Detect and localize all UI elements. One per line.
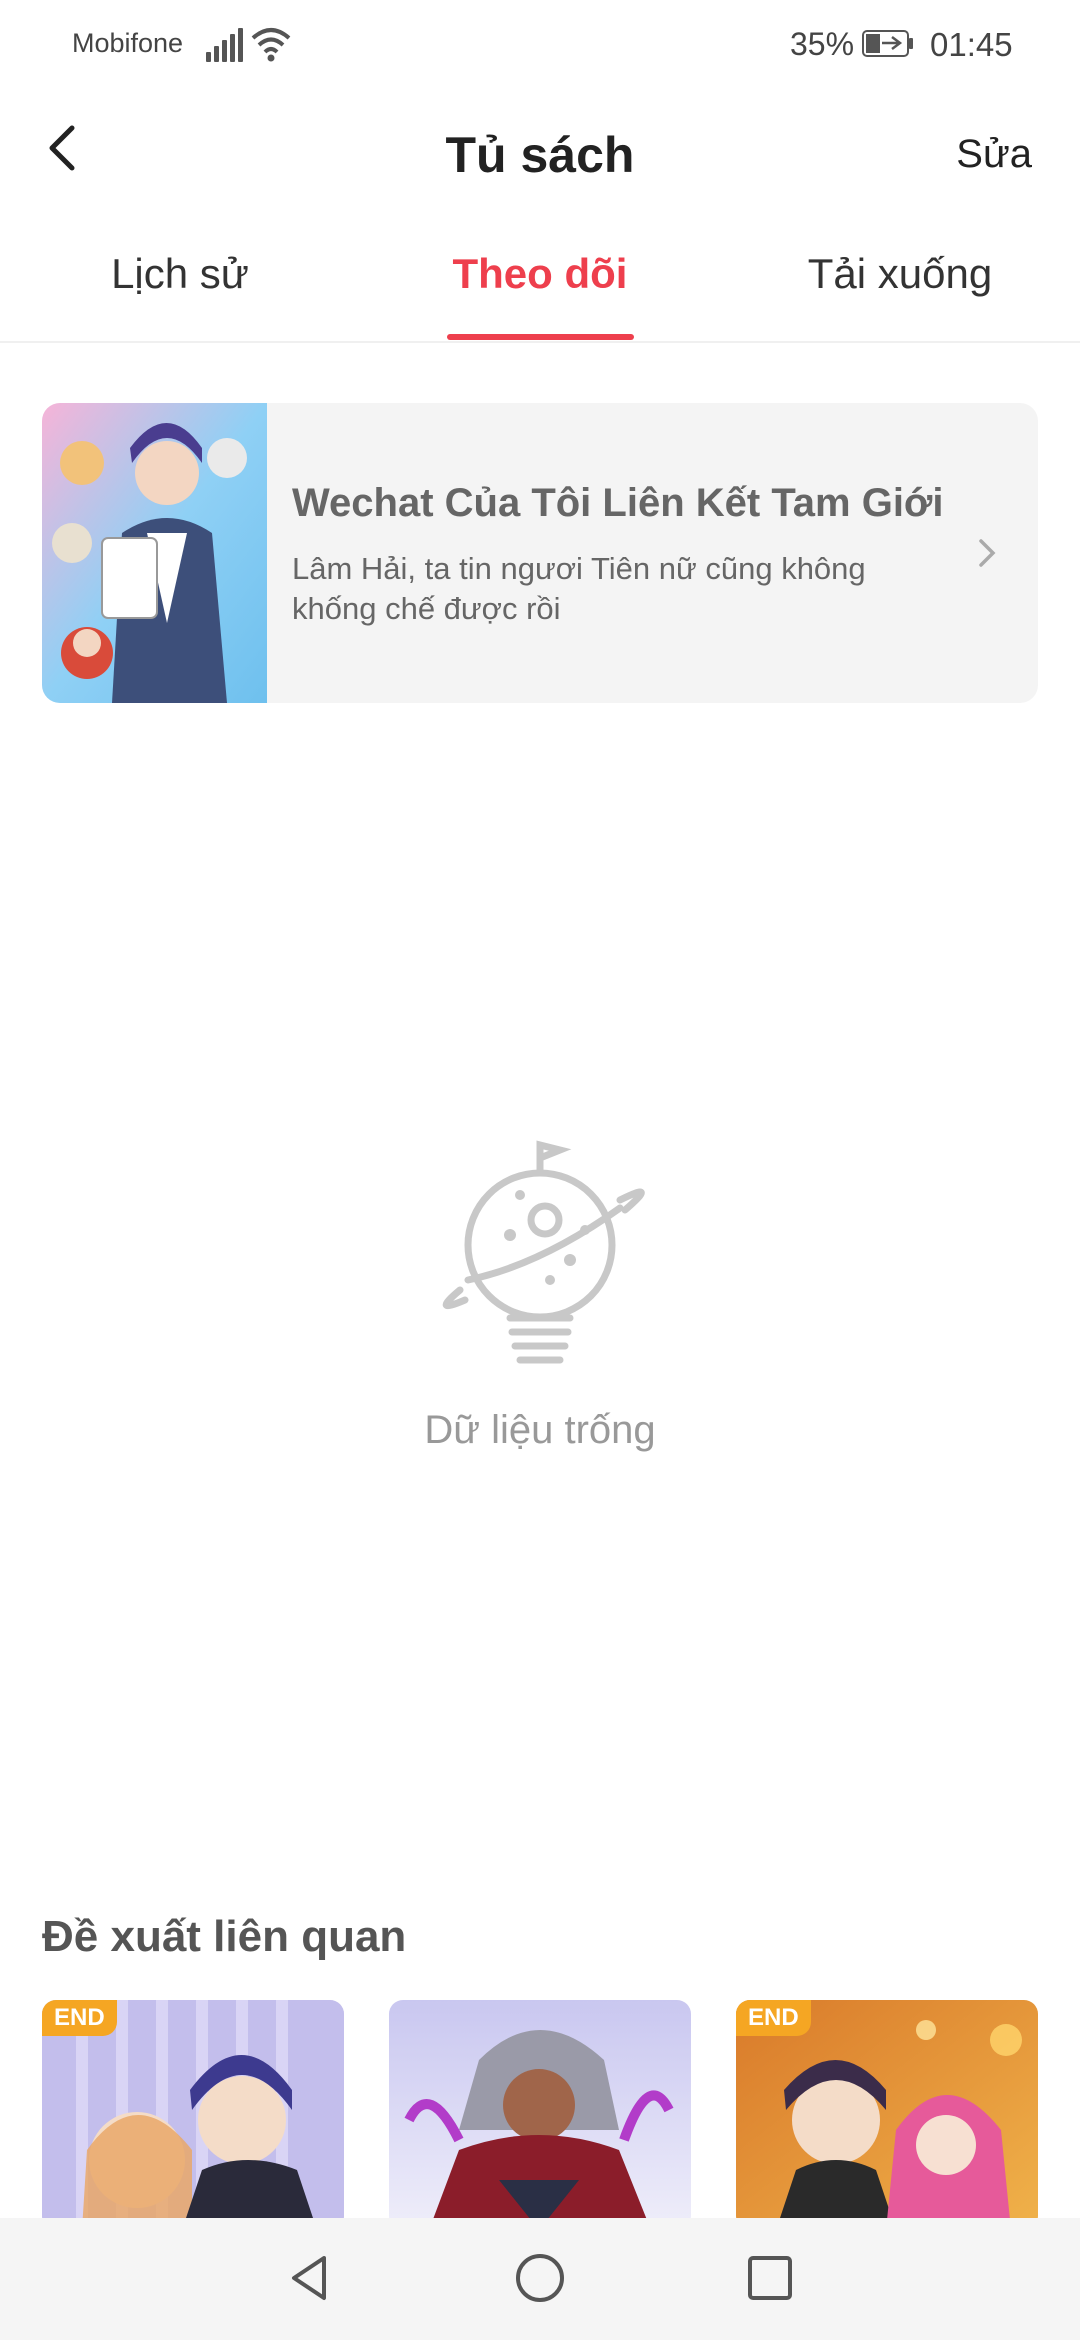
followed-comic-card[interactable]: Wechat Của Tôi Liên Kết Tam Giới Lâm Hải… (42, 403, 1038, 703)
screen: Mobifone 35% 01:45 Tủ sách Sửa Lịch sử T… (0, 0, 1080, 2340)
nav-back-triangle-icon[interactable] (280, 2248, 340, 2308)
comic-description: Lâm Hải, ta tin ngươi Tiên nữ cũng không… (292, 551, 866, 626)
recommendations-title: Đề xuất liên quan (42, 1912, 407, 1961)
wifi-icon (251, 28, 291, 62)
nav-home-circle-icon[interactable] (510, 2248, 570, 2308)
planet-bulb-icon (442, 1140, 645, 1364)
carrier-name: Mobifone (72, 28, 184, 58)
tab-history[interactable]: Lịch sử (60, 250, 300, 298)
signal-icon (206, 28, 243, 62)
active-tab-indicator (447, 334, 634, 340)
status-bar: Mobifone 35% 01:45 (0, 0, 1080, 92)
tab-downloads[interactable]: Tải xuống (780, 250, 1020, 298)
battery-charging-icon (862, 30, 913, 57)
app-header: Tủ sách Sửa (0, 92, 1080, 222)
battery-percent: 35% (790, 26, 855, 62)
comic-title: Wechat Của Tôi Liên Kết Tam Giới (292, 481, 944, 525)
comic-cover-image (42, 403, 267, 703)
end-badge: END (736, 2000, 811, 2036)
tab-following[interactable]: Theo dõi (420, 250, 660, 298)
recommendation-item[interactable] (389, 2000, 691, 2230)
recommendation-cover-image (389, 2000, 691, 2230)
end-badge: END (42, 2000, 117, 2036)
clock: 01:45 (930, 26, 1013, 63)
recommendation-item[interactable]: END (42, 2000, 344, 2230)
edit-button[interactable]: Sửa (956, 132, 1032, 177)
tab-bar: Lịch sử Theo dõi Tải xuống (0, 230, 1080, 343)
system-navigation-bar (0, 2218, 1080, 2340)
chevron-right-icon (979, 539, 996, 567)
empty-state-text: Dữ liệu trống (424, 1408, 656, 1452)
recommendation-item[interactable]: END (736, 2000, 1038, 2230)
nav-recent-square-icon[interactable] (740, 2248, 800, 2308)
page-title: Tủ sách (445, 127, 635, 183)
